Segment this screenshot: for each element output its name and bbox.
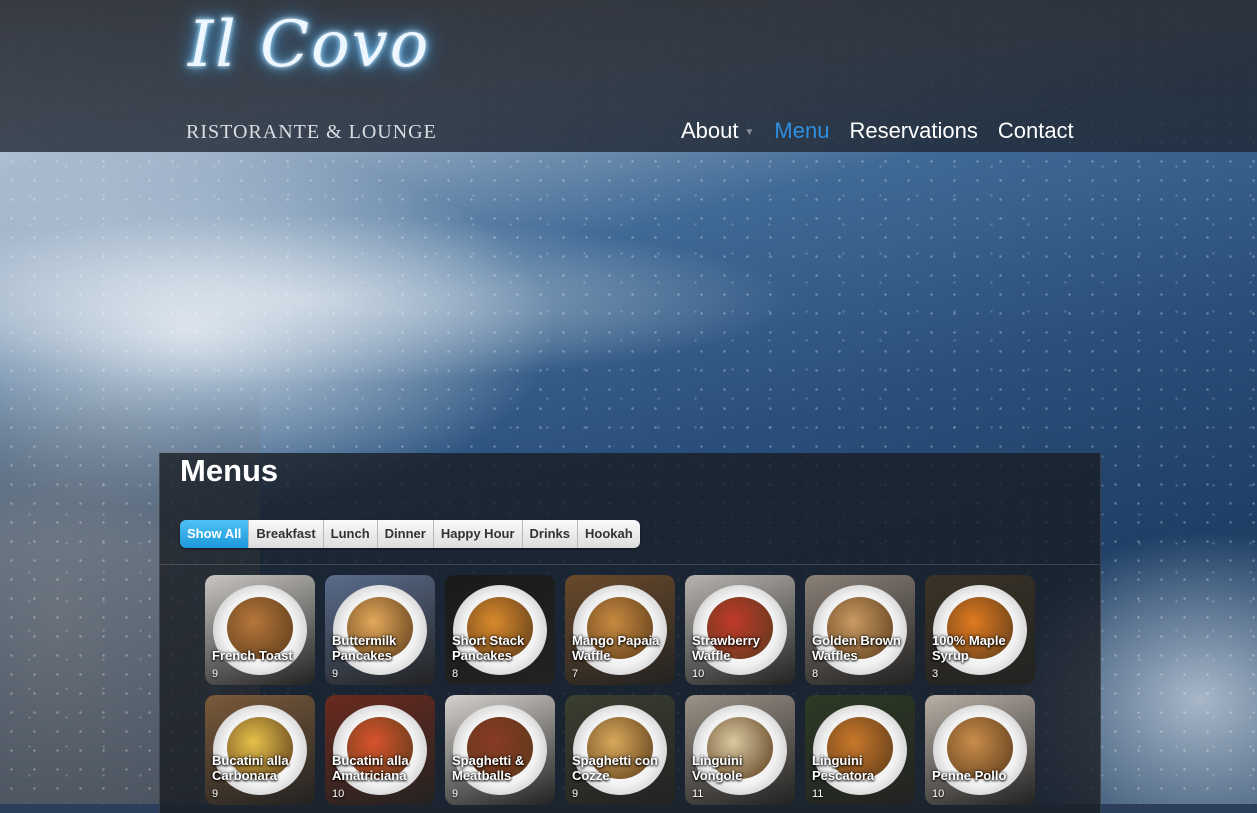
menu-item-tile[interactable]: Spaghetti & Meatballs 9	[445, 695, 555, 805]
menu-item-count: 8	[452, 668, 459, 680]
menu-item-photo	[325, 575, 435, 685]
menu-item-photo	[445, 575, 555, 685]
menu-item-count: 9	[212, 788, 219, 800]
menu-item-name: 100% Maple Syrup	[932, 633, 1006, 663]
nav-about[interactable]: About ▼	[681, 118, 754, 144]
menu-item-tile[interactable]: Golden Brown Waffles 8	[805, 575, 915, 685]
main-nav: About ▼ Menu Reservations Contact	[681, 118, 1094, 144]
menu-item-photo	[925, 575, 1035, 685]
menu-item-photo	[205, 695, 315, 805]
menu-item-name: Golden Brown Waffles	[812, 633, 901, 663]
menu-item-name: French Toast	[212, 648, 293, 663]
menu-item-name: Bucatini alla Amatriciana	[332, 753, 409, 783]
menu-item-tile[interactable]: French Toast 9	[205, 575, 315, 685]
menus-panel: Menus Show All Breakfast Lunch Dinner Ha…	[159, 453, 1101, 813]
menu-item-name: Linguini Pescatora	[812, 753, 875, 783]
menu-item-tile[interactable]: 100% Maple Syrup 3	[925, 575, 1035, 685]
logo-subtitle: RISTORANTE & LOUNGE	[186, 121, 437, 143]
menu-item-count: 10	[932, 788, 945, 800]
menu-item-count: 10	[332, 788, 345, 800]
menu-item-tile[interactable]: Penne Pollo 10	[925, 695, 1035, 805]
menu-item-tile[interactable]: Linguini Vongole 11	[685, 695, 795, 805]
chevron-down-icon: ▼	[744, 126, 755, 138]
filter-hookah[interactable]: Hookah	[577, 520, 640, 548]
menu-item-name: Spaghetti con Cozze	[572, 753, 658, 783]
filter-happy-hour[interactable]: Happy Hour	[433, 520, 523, 548]
menu-item-name: Short Stack Pancakes	[452, 633, 525, 663]
menu-item-photo	[205, 575, 315, 685]
filter-breakfast[interactable]: Breakfast	[249, 520, 324, 548]
menu-item-count: 3	[932, 668, 939, 680]
menu-item-tile[interactable]: Spaghetti con Cozze 9	[565, 695, 675, 805]
menu-item-tile[interactable]: Short Stack Pancakes 8	[445, 575, 555, 685]
menu-item-tile[interactable]: Strawberry Waffle 10	[685, 575, 795, 685]
nav-reservations[interactable]: Reservations	[849, 118, 977, 144]
menu-item-count: 11	[812, 788, 824, 800]
site-logo[interactable]: Il Covo RISTORANTE & LOUNGE	[180, 6, 480, 146]
menu-item-count: 7	[572, 668, 579, 680]
filter-lunch[interactable]: Lunch	[323, 520, 378, 548]
menu-item-tile[interactable]: Bucatini alla Amatriciana 10	[325, 695, 435, 805]
menu-item-count: 11	[692, 788, 704, 800]
menu-item-tile[interactable]: Mango Papaia Waffle 7	[565, 575, 675, 685]
menu-item-photo	[805, 575, 915, 685]
menu-item-name: Bucatini alla Carbonara	[212, 753, 289, 783]
menu-item-tile[interactable]: Bucatini alla Carbonara 9	[205, 695, 315, 805]
filter-dinner[interactable]: Dinner	[377, 520, 434, 548]
menu-item-count: 9	[332, 668, 339, 680]
menu-item-count: 9	[452, 788, 459, 800]
nav-menu[interactable]: Menu	[774, 118, 829, 144]
menu-filter-bar: Show All Breakfast Lunch Dinner Happy Ho…	[180, 520, 640, 548]
menu-item-name: Buttermilk Pancakes	[332, 633, 397, 663]
menu-item-tile[interactable]: Linguini Pescatora 11	[805, 695, 915, 805]
menu-item-name: Mango Papaia Waffle	[572, 633, 660, 663]
filter-drinks[interactable]: Drinks	[522, 520, 578, 548]
menu-item-photo	[565, 575, 675, 685]
menu-item-count: 9	[212, 668, 219, 680]
menu-item-count: 8	[812, 668, 819, 680]
menu-item-name: Spaghetti & Meatballs	[452, 753, 525, 783]
nav-contact[interactable]: Contact	[998, 118, 1074, 144]
menu-item-photo	[565, 695, 675, 805]
menu-item-count: 9	[572, 788, 579, 800]
site-header: Il Covo RISTORANTE & LOUNGE About ▼ Menu …	[0, 0, 1257, 152]
menu-item-tile[interactable]: Buttermilk Pancakes 9	[325, 575, 435, 685]
menu-item-photo	[445, 695, 555, 805]
menu-item-name: Strawberry Waffle	[692, 633, 760, 663]
logo-script-text: Il Covo	[188, 8, 431, 82]
menu-item-name: Linguini Vongole	[692, 753, 743, 783]
menu-item-name: Penne Pollo	[932, 768, 1007, 783]
panel-divider	[160, 564, 1100, 565]
filter-show-all[interactable]: Show All	[180, 520, 250, 548]
menu-item-count: 10	[692, 668, 705, 680]
menus-title: Menus	[180, 453, 279, 488]
nav-about-label: About	[681, 118, 739, 143]
